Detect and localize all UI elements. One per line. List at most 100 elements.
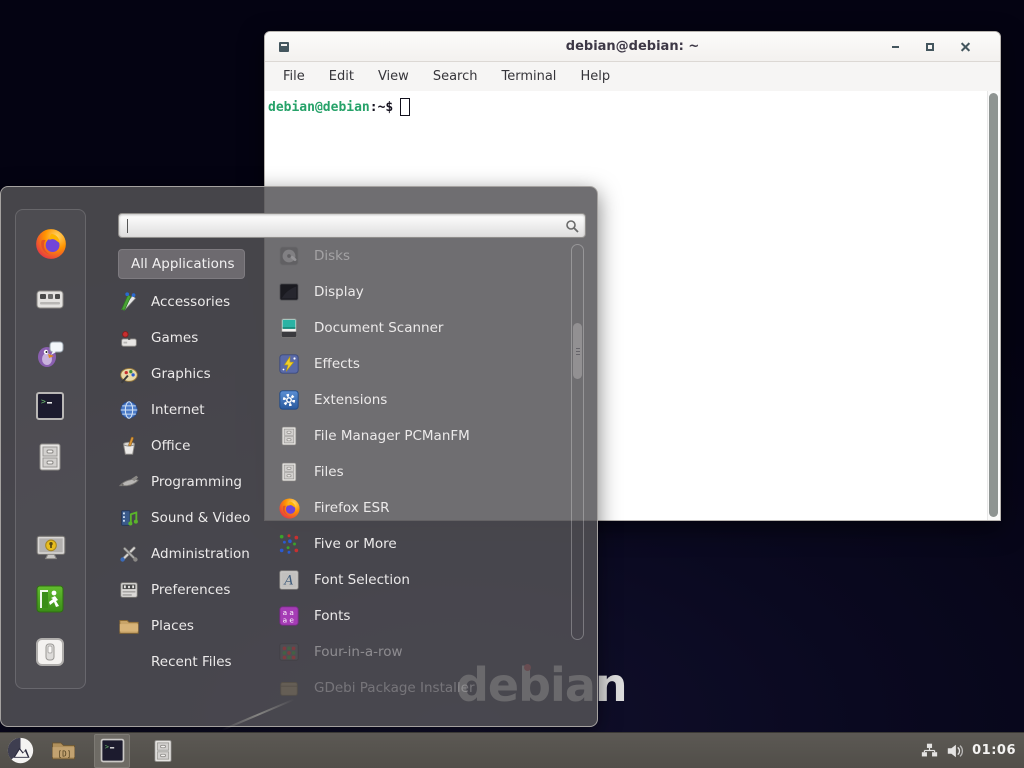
category-label: Internet (151, 402, 205, 418)
office-icon (118, 435, 140, 457)
svg-text:a e: a e (283, 615, 295, 624)
category-label: Accessories (151, 294, 230, 310)
volume-icon[interactable] (946, 742, 964, 760)
prompt-path: :~$ (370, 100, 393, 115)
category-label: Preferences (151, 582, 230, 598)
app-document-scanner[interactable]: Document Scanner (277, 310, 569, 346)
terminal-scrollbar-thumb[interactable] (989, 93, 998, 517)
svg-text:[D]: [D] (57, 749, 71, 758)
app-fonts[interactable]: a aa e Fonts (277, 598, 569, 634)
network-icon[interactable] (921, 742, 938, 759)
taskbar: [D] > 0 (0, 732, 1024, 768)
category-programming[interactable]: Programming (118, 464, 268, 500)
file-manager-launcher[interactable]: [D] (44, 734, 82, 768)
file-cabinet-icon (277, 424, 301, 448)
application-menu: > All Applications Accessories (0, 186, 598, 727)
close-button[interactable] (956, 38, 974, 56)
menu-search-input[interactable] (128, 218, 565, 233)
category-label: Places (151, 618, 194, 634)
app-label: Display (314, 284, 364, 300)
prompt-line: debian@debian:~$ (268, 98, 984, 116)
four-in-a-row-icon (277, 640, 301, 664)
app-list-scrollbar[interactable] (571, 244, 584, 640)
lock-screen-icon[interactable] (34, 531, 68, 565)
menu-logo-icon (6, 736, 35, 765)
menu-view[interactable]: View (378, 69, 409, 84)
app-label: Firefox ESR (314, 500, 389, 516)
gdebi-icon (277, 676, 301, 700)
category-label: Office (151, 438, 190, 454)
app-label: Four-in-a-row (314, 644, 403, 660)
app-list-scrollbar-thumb[interactable] (573, 323, 582, 379)
category-sound-video[interactable]: Sound & Video (118, 500, 268, 536)
menu-search[interactable]: Search (433, 69, 478, 84)
app-disks[interactable]: Disks (277, 238, 569, 274)
terminal-taskbar-button[interactable]: > (94, 734, 130, 768)
app-label: Fonts (314, 608, 350, 624)
menu-terminal[interactable]: Terminal (501, 69, 556, 84)
app-file-manager-pcmanfm[interactable]: File Manager PCManFM (277, 418, 569, 454)
terminal-icon[interactable]: > (34, 390, 68, 424)
svg-text:>: > (41, 397, 46, 406)
file-cabinet-launcher[interactable] (144, 734, 182, 768)
app-firefox-esr[interactable]: Firefox ESR (277, 490, 569, 526)
category-preferences[interactable]: Preferences (118, 572, 268, 608)
app-label: Files (314, 464, 344, 480)
menu-file[interactable]: File (283, 69, 305, 84)
menu-search-box[interactable] (118, 213, 586, 238)
app-label: Font Selection (314, 572, 410, 588)
app-files[interactable]: Files (277, 454, 569, 490)
all-applications-button[interactable]: All Applications (118, 249, 245, 279)
preferences-icon (118, 579, 140, 601)
category-games[interactable]: Games (118, 320, 268, 356)
sound-video-icon (118, 507, 140, 529)
clock[interactable]: 01:06 (972, 743, 1016, 758)
settings-icon[interactable] (34, 283, 68, 317)
category-administration[interactable]: Administration (118, 536, 268, 572)
effects-icon (277, 352, 301, 376)
window-title: debian@debian: ~ (566, 39, 699, 54)
internet-icon (118, 399, 140, 421)
firefox-icon[interactable] (34, 227, 68, 261)
menu-edit[interactable]: Edit (329, 69, 354, 84)
taskbar-tray: 01:06 (921, 742, 1024, 760)
category-recent-files[interactable]: Recent Files (118, 644, 268, 680)
games-icon (118, 327, 140, 349)
category-accessories[interactable]: Accessories (118, 284, 268, 320)
graphics-icon (118, 363, 140, 385)
menu-button[interactable] (0, 734, 40, 768)
category-internet[interactable]: Internet (118, 392, 268, 428)
terminal-icon: > (99, 737, 126, 764)
menu-help[interactable]: Help (580, 69, 610, 84)
file-cabinet-icon[interactable] (34, 441, 68, 475)
svg-text:A: A (283, 574, 293, 589)
favorites-rail: > (15, 209, 86, 689)
app-label: Extensions (314, 392, 387, 408)
search-icon (565, 219, 579, 233)
category-places[interactable]: Places (118, 608, 268, 644)
app-five-or-more[interactable]: Five or More (277, 526, 569, 562)
minimize-button[interactable] (886, 38, 904, 56)
app-display[interactable]: Display (277, 274, 569, 310)
terminal-titlebar[interactable]: debian@debian: ~ (265, 32, 1000, 62)
category-office[interactable]: Office (118, 428, 268, 464)
category-list: Accessories Games Graphics Internet Offi… (118, 284, 268, 680)
app-font-selection[interactable]: A Font Selection (277, 562, 569, 598)
five-or-more-icon (277, 532, 301, 556)
terminal-scrollbar[interactable] (987, 91, 1000, 521)
app-gdebi-package-installer[interactable]: GDebi Package Installer (277, 670, 569, 706)
app-label: GDebi Package Installer (314, 680, 475, 696)
category-label: Recent Files (151, 654, 232, 670)
log-out-icon[interactable] (34, 583, 68, 617)
app-label: Effects (314, 356, 360, 372)
app-extensions[interactable]: Extensions (277, 382, 569, 418)
maximize-button[interactable] (921, 38, 939, 56)
app-label: Document Scanner (314, 320, 443, 336)
shut-down-icon[interactable] (34, 636, 68, 670)
app-effects[interactable]: Effects (277, 346, 569, 382)
app-four-in-a-row[interactable]: Four-in-a-row (277, 634, 569, 670)
category-graphics[interactable]: Graphics (118, 356, 268, 392)
extensions-icon (277, 388, 301, 412)
pidgin-icon[interactable] (34, 338, 68, 372)
window-app-icon (279, 42, 289, 52)
